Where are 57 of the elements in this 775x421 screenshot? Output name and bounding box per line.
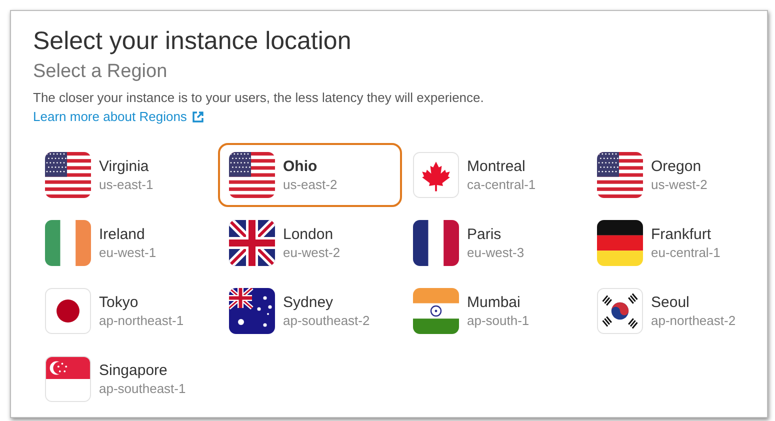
region-name: Sydney bbox=[283, 293, 334, 312]
flag-icon bbox=[597, 288, 643, 334]
region-name: Montreal bbox=[467, 157, 526, 176]
region-code: us-east-2 bbox=[283, 176, 338, 193]
region-name: Frankfurt bbox=[651, 225, 712, 244]
region-name: Virginia bbox=[99, 157, 150, 176]
region-name: Oregon bbox=[651, 157, 702, 176]
description-text: The closer your instance is to your users, the less latency they will experience. bbox=[33, 89, 485, 106]
region-code: us-east-1 bbox=[99, 176, 154, 193]
region-option[interactable]: Sydney ap-southeast-2 bbox=[218, 279, 402, 343]
region-name: London bbox=[283, 225, 334, 244]
region-code: us-west-2 bbox=[651, 176, 708, 193]
flag-icon bbox=[413, 220, 459, 266]
region-code: ap-northeast-1 bbox=[99, 312, 184, 329]
flag-icon bbox=[597, 220, 643, 266]
region-code: ap-southeast-2 bbox=[283, 312, 370, 329]
region-option[interactable]: Singapore ap-southeast-1 bbox=[34, 347, 218, 402]
region-name: Ireland bbox=[99, 225, 146, 244]
region-name: Paris bbox=[467, 225, 502, 244]
region-name: Mumbai bbox=[467, 293, 522, 312]
region-option[interactable]: Paris eu-west-3 bbox=[402, 211, 586, 275]
region-option[interactable]: Seoul ap-northeast-2 bbox=[586, 279, 767, 343]
flag-icon bbox=[45, 152, 91, 198]
region-name: Tokyo bbox=[99, 293, 140, 312]
region-option[interactable]: Montreal ca-central-1 bbox=[402, 143, 586, 207]
flag-icon bbox=[229, 288, 275, 334]
region-option[interactable]: Frankfurt eu-central-1 bbox=[586, 211, 767, 275]
region-code: ca-central-1 bbox=[467, 176, 536, 193]
region-code: eu-west-1 bbox=[99, 244, 156, 261]
region-option[interactable]: Virginia us-east-1 bbox=[34, 143, 218, 207]
flag-icon bbox=[45, 220, 91, 266]
learn-more-link[interactable]: Learn more about Regions bbox=[33, 108, 204, 125]
page-title: Select your instance location bbox=[33, 26, 352, 57]
section-title: Select a Region bbox=[33, 60, 168, 84]
flag-icon bbox=[597, 152, 643, 198]
region-name: Ohio bbox=[283, 157, 318, 176]
region-option[interactable]: Mumbai ap-south-1 bbox=[402, 279, 586, 343]
region-code: ap-northeast-2 bbox=[651, 312, 736, 329]
region-code: eu-west-2 bbox=[283, 244, 340, 261]
region-option[interactable]: Oregon us-west-2 bbox=[586, 143, 767, 207]
external-link-icon bbox=[192, 110, 204, 122]
region-code: eu-west-3 bbox=[467, 244, 524, 261]
region-option[interactable]: Tokyo ap-northeast-1 bbox=[34, 279, 218, 343]
flag-icon bbox=[413, 288, 459, 334]
region-option[interactable]: Ohio us-east-2 bbox=[218, 143, 402, 207]
flag-icon bbox=[229, 220, 275, 266]
flag-icon bbox=[45, 356, 91, 402]
flag-icon bbox=[45, 288, 91, 334]
region-name: Singapore bbox=[99, 361, 168, 380]
region-code: ap-south-1 bbox=[467, 312, 530, 329]
region-option[interactable]: London eu-west-2 bbox=[218, 211, 402, 275]
region-name: Seoul bbox=[651, 293, 690, 312]
flag-icon bbox=[229, 152, 275, 198]
region-code: eu-central-1 bbox=[651, 244, 720, 261]
flag-icon bbox=[413, 152, 459, 198]
region-code: ap-southeast-1 bbox=[99, 380, 186, 397]
region-option[interactable]: Ireland eu-west-1 bbox=[34, 211, 218, 275]
